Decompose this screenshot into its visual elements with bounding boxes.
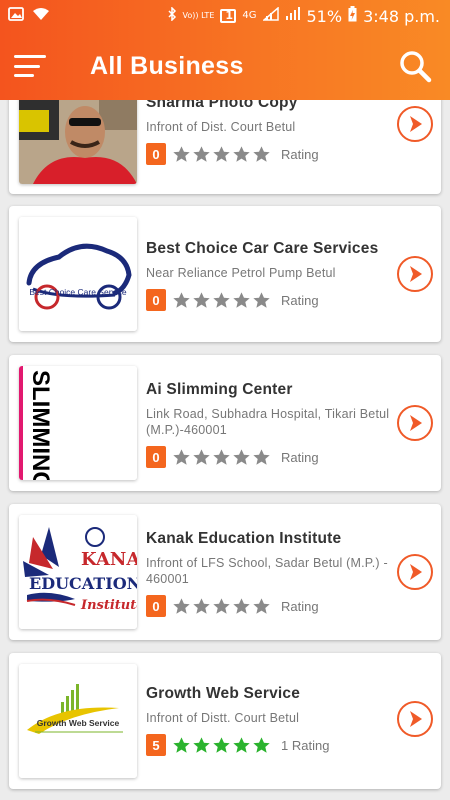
rating-badge: 0 [146, 289, 166, 311]
star-rating [172, 448, 271, 467]
rating-badge: 0 [146, 143, 166, 165]
battery-percentage: 51% [306, 6, 343, 26]
view-details-button[interactable] [397, 554, 433, 590]
svg-text:Institute: Institute [80, 598, 137, 613]
business-logo: Best Choice Care Service [19, 217, 137, 331]
business-photo [19, 100, 137, 184]
star-empty-icon [233, 145, 250, 162]
clock: 3:48 p.m. [363, 6, 440, 26]
rating-label: Rating [281, 146, 319, 162]
star-empty-icon [253, 448, 270, 465]
star-empty-icon [173, 597, 190, 614]
status-bar: Vo)) LTE 1 4G 51% 3:48 p.m. [0, 0, 450, 32]
app-bar: All Business [0, 32, 450, 100]
rating-badge: 0 [146, 446, 166, 468]
star-rating [172, 145, 271, 164]
star-empty-icon [193, 448, 210, 465]
business-name: Ai Slimming Center [146, 381, 293, 398]
volte-label: Vo)) LTE [182, 11, 215, 20]
rating-badge: 5 [146, 734, 166, 756]
star-rating [172, 597, 271, 616]
logo-text: Growth Web Service [37, 718, 120, 728]
star-rating [172, 736, 271, 755]
star-empty-icon [233, 597, 250, 614]
star-empty-icon [233, 291, 250, 308]
business-name: Best Choice Car Care Services [146, 240, 379, 257]
rating-row: 0 Rating [146, 143, 391, 165]
rating-label: 1 Rating [281, 737, 330, 753]
star-empty-icon [173, 291, 190, 308]
star-empty-icon [213, 145, 230, 162]
view-details-button[interactable] [397, 701, 433, 737]
star-empty-icon [233, 448, 250, 465]
business-card[interactable]: Growth Web Service Growth Web Service In… [9, 653, 441, 789]
sim-slot-label: 1 [225, 9, 234, 22]
business-name: Sharma Photo Copy [146, 100, 298, 111]
star-empty-icon [213, 448, 230, 465]
business-address: Near Reliance Petrol Pump Betul [146, 266, 336, 280]
signal-icon [261, 6, 279, 25]
business-name: Growth Web Service [146, 685, 301, 702]
logo-text: Best Choice Care Service [29, 287, 127, 297]
rating-row: 0 Rating [146, 289, 391, 311]
rating-row: 0 Rating [146, 595, 391, 617]
star-rating [172, 291, 271, 310]
hamburger-menu-icon[interactable] [14, 52, 50, 80]
business-card[interactable]: Sharma Photo Copy Infront of Dist. Court… [9, 100, 441, 194]
star-empty-icon [213, 291, 230, 308]
business-address: Infront of LFS School, Sadar Betul (M.P.… [146, 556, 388, 586]
svg-text:KANAK: KANAK [81, 549, 137, 570]
business-address: Link Road, Subhadra Hospital, Tikari Bet… [146, 407, 390, 437]
business-logo: Growth Web Service [19, 664, 137, 778]
image-notification-icon [8, 7, 24, 25]
battery-charging-icon [348, 6, 357, 26]
business-list[interactable]: Sharma Photo Copy Infront of Dist. Court… [0, 100, 450, 800]
view-details-button[interactable] [397, 106, 433, 142]
rating-label: Rating [281, 449, 319, 465]
star-empty-icon [193, 597, 210, 614]
logo-text: SLIMMING CENTER [27, 370, 54, 480]
star-empty-icon [193, 145, 210, 162]
business-card[interactable]: SLIMMING CENTER Ai Slimming Center Link … [9, 355, 441, 491]
view-details-button[interactable] [397, 405, 433, 441]
star-empty-icon [173, 448, 190, 465]
star-empty-icon [213, 597, 230, 614]
star-empty-icon [173, 145, 190, 162]
business-address: Infront of Distt. Court Betul [146, 711, 300, 725]
star-filled-icon [253, 736, 270, 753]
star-empty-icon [193, 291, 210, 308]
rating-badge: 0 [146, 595, 166, 617]
rating-row: 5 1 Rating [146, 734, 391, 756]
star-filled-icon [213, 736, 230, 753]
bluetooth-icon [167, 6, 177, 25]
business-card[interactable]: KANAK EDUCATION Institute Kanak Educatio… [9, 504, 441, 640]
business-logo: SLIMMING CENTER [19, 366, 137, 480]
business-card[interactable]: Best Choice Care Service Best Choice Car… [9, 206, 441, 342]
star-empty-icon [253, 145, 270, 162]
star-empty-icon [253, 291, 270, 308]
network-type-label: 4G [242, 10, 257, 21]
business-address: Infront of Dist. Court Betul [146, 120, 296, 134]
page-title: All Business [90, 51, 244, 80]
sim-icon: 1 [220, 9, 237, 23]
rating-label: Rating [281, 598, 319, 614]
star-empty-icon [253, 597, 270, 614]
svg-text:EDUCATION: EDUCATION [29, 574, 137, 593]
wifi-icon [32, 7, 50, 25]
star-filled-icon [193, 736, 210, 753]
business-name: Kanak Education Institute [146, 530, 342, 547]
rating-row: 0 Rating [146, 446, 391, 468]
search-icon[interactable] [398, 49, 432, 83]
rating-label: Rating [281, 292, 319, 308]
business-logo: KANAK EDUCATION Institute [19, 515, 137, 629]
signal-icon-2 [285, 7, 301, 25]
star-filled-icon [233, 736, 250, 753]
star-filled-icon [173, 736, 190, 753]
view-details-button[interactable] [397, 256, 433, 292]
